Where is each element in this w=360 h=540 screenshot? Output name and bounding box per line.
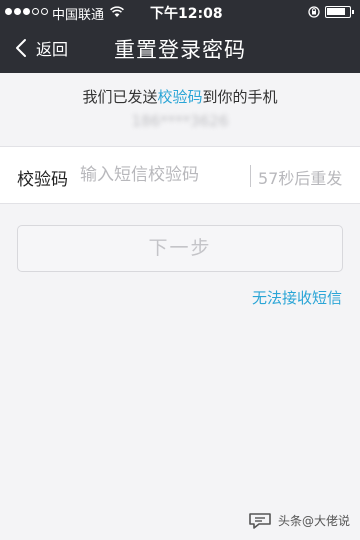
cannot-receive-sms-link[interactable]: 无法接收短信 bbox=[252, 287, 342, 308]
carrier-name: 中国联通 bbox=[52, 8, 105, 23]
signal-dot bbox=[32, 8, 39, 15]
sent-message-suffix: 到你的手机 bbox=[202, 88, 278, 106]
toutiao-logo-icon bbox=[249, 513, 271, 529]
code-row-divider bbox=[250, 165, 251, 187]
verification-code-row: 校验码 57秒后重发 bbox=[0, 146, 360, 204]
verification-code-input[interactable] bbox=[80, 159, 245, 191]
status-bar: 中国联通 下午12:08 bbox=[0, 0, 360, 24]
wifi-icon bbox=[110, 6, 124, 17]
battery-icon bbox=[325, 6, 354, 18]
masked-phone-number: 186****3626 bbox=[131, 112, 229, 130]
battery-level bbox=[327, 8, 345, 15]
nav-bar: 返回 重置登录密码 bbox=[0, 24, 360, 73]
code-label: 校验码 bbox=[17, 170, 68, 190]
signal-dot bbox=[5, 8, 12, 15]
next-step-button[interactable]: 下一步 bbox=[17, 225, 343, 272]
header: 中国联通 下午12:08 返回 重置登录密码 bbox=[0, 0, 360, 73]
signal-dot bbox=[14, 8, 21, 15]
status-time: 下午12:08 bbox=[150, 6, 223, 22]
verification-code-link: 校验码 bbox=[157, 88, 203, 106]
watermark: 头条@大佬说 bbox=[247, 510, 350, 530]
screen: 中国联通 下午12:08 返回 重置登录密码 我们已发送校验码到你的手机 186… bbox=[0, 0, 360, 540]
sent-message: 我们已发送校验码到你的手机 bbox=[0, 86, 360, 107]
signal-strength-icon bbox=[5, 8, 48, 15]
sent-message-prefix: 我们已发送 bbox=[82, 88, 158, 106]
watermark-text: 头条@大佬说 bbox=[277, 513, 350, 528]
signal-dot bbox=[41, 8, 48, 15]
rotation-lock-icon bbox=[308, 6, 320, 18]
signal-dot bbox=[23, 8, 30, 15]
resend-countdown: 57秒后重发 bbox=[258, 169, 343, 188]
page-title: 重置登录密码 bbox=[114, 38, 246, 62]
